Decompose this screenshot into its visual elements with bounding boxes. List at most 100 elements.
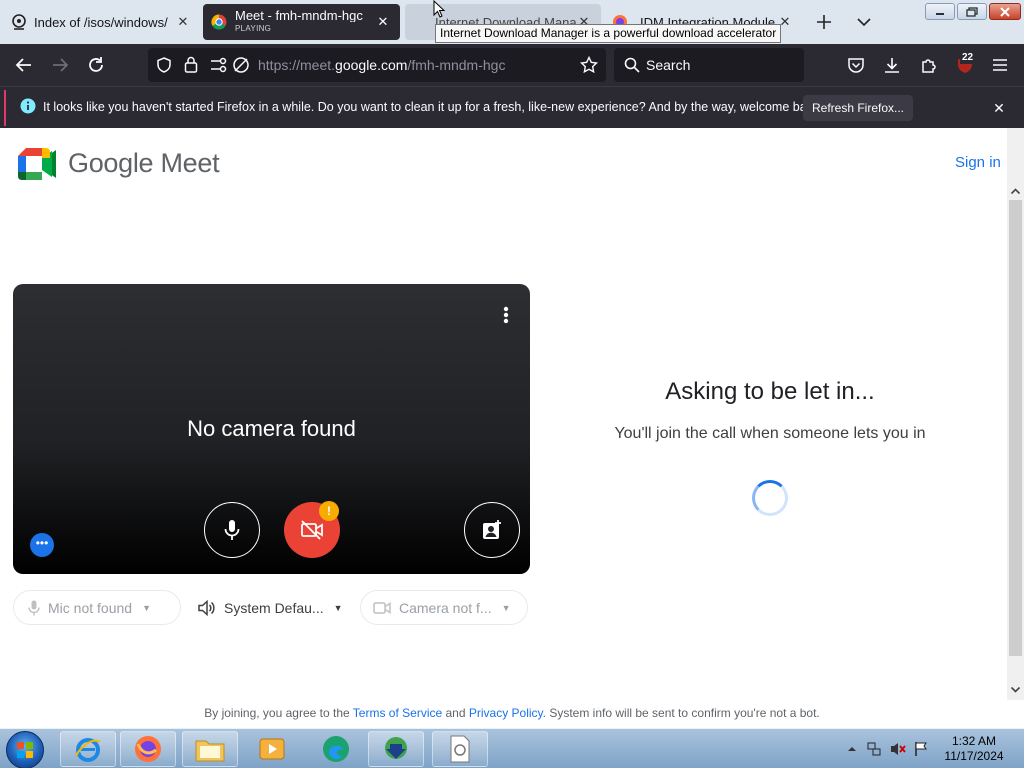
notification-accent [4,90,6,126]
system-clock[interactable]: 1:32 AM 11/17/2024 [940,734,1008,764]
microphone-icon [28,600,40,615]
no-camera-message: No camera found [187,416,356,441]
scroll-up-arrow-icon[interactable] [1010,186,1021,197]
scroll-down-arrow-icon[interactable] [1010,684,1021,695]
brand-google: Google [68,148,154,178]
close-tab-icon[interactable]: ✕ [174,13,192,31]
pocket-button[interactable] [845,54,867,76]
document-icon [450,735,470,763]
refresh-firefox-notification: It looks like you haven't started Firefo… [0,86,1024,128]
chevron-down-icon [857,18,871,27]
taskbar-internet-explorer[interactable] [60,731,116,767]
close-tab-icon[interactable]: ✕ [374,13,392,31]
puzzle-icon [922,59,936,73]
terms-of-service-link[interactable]: Terms of Service [353,706,442,720]
downloads-button[interactable] [881,54,903,76]
loading-spinner [752,480,788,516]
forward-button[interactable] [49,54,71,76]
microphone-select[interactable]: Mic not found ▼ [13,590,181,625]
idm-tooltip: Internet Download Manager is a powerful … [435,24,782,43]
sign-in-link[interactable]: Sign in [955,154,1001,171]
tab-index-isos[interactable]: Index of /isos/windows/ ✕ [4,4,200,40]
show-hidden-icons-icon[interactable] [844,741,860,757]
speaker-select-label: System Defau... [224,599,324,616]
minimize-icon [936,12,944,15]
more-options-icon[interactable] [503,306,509,324]
lock-icon[interactable] [184,56,198,73]
idm-icon [385,737,407,759]
microphone-select-label: Mic not found [48,599,133,616]
restore-button[interactable] [957,3,987,20]
list-all-tabs-button[interactable] [853,11,875,33]
dropdown-caret-icon: ▼ [501,602,511,613]
permissions-icon[interactable] [210,57,228,73]
taskbar-edge[interactable] [308,731,364,767]
bookmark-star-icon[interactable] [580,56,598,74]
minimize-button[interactable] [925,3,955,20]
clock-date: 11/17/2024 [944,749,1004,763]
close-window-button[interactable] [989,3,1021,20]
url-bar[interactable]: https://meet.google.com/fmh-mndm-hgc [148,48,606,82]
back-button[interactable] [13,54,35,76]
page-scrollbar[interactable] [1007,128,1024,700]
url-domain: google.com [335,57,408,73]
clock-time: 1:32 AM [951,734,997,748]
edge-icon [323,736,349,762]
app-menu-button[interactable] [989,54,1011,76]
tab-meet[interactable]: Meet - fmh-mndm-hgc PLAYING ✕ [203,4,400,40]
speaker-select[interactable]: System Defau... ▼ [188,590,350,625]
internet-explorer-icon [75,738,101,762]
volume-muted-icon[interactable] [890,741,906,757]
shield-icon[interactable] [156,57,172,73]
search-bar[interactable]: Search [614,48,804,82]
privacy-policy-link[interactable]: Privacy Policy [469,706,543,720]
network-icon[interactable] [866,741,882,757]
close-icon [1000,6,1010,17]
camera-select-label: Camera not f... [399,599,492,616]
download-icon [885,58,899,73]
extensions-button[interactable] [918,54,940,76]
url-text[interactable]: https://meet.google.com/fmh-mndm-hgc [258,57,505,73]
new-tab-button[interactable] [813,11,835,33]
camera-icon [373,601,391,614]
plus-icon [817,15,831,29]
taskbar-media-player[interactable] [244,731,300,767]
visual-effects-button[interactable] [464,502,520,558]
taskbar-file-explorer[interactable] [182,731,238,767]
tab-title: Index of /isos/windows/ [34,14,168,30]
dropdown-caret-icon: ▼ [333,602,343,613]
hamburger-menu-icon [993,59,1007,71]
footer-and: and [445,706,466,720]
extension-badge-count: 22 [960,52,976,64]
terms-footer: By joining, you agree to the Terms of Se… [0,706,1007,720]
firefox-icon [135,736,161,762]
scroll-thumb[interactable] [1009,200,1022,656]
windows-logo-icon [17,742,33,758]
taskbar-internet-download-manager[interactable] [368,731,424,767]
url-prefix: https://meet. [258,57,336,73]
asking-to-join-heading: Asking to be let in... [665,378,875,405]
camera-select[interactable]: Camera not f... ▼ [360,590,528,625]
more-actions-icon[interactable]: ••• [30,533,54,557]
start-button[interactable] [6,731,44,768]
reload-button[interactable] [85,54,107,76]
windows-taskbar: 1:32 AM 11/17/2024 [0,728,1024,768]
google-meet-logo-icon [18,148,56,180]
brand-meet: Meet [160,148,220,178]
notification-message: It looks like you haven't started Firefo… [43,100,823,114]
camera-warning-badge: ! [319,501,339,521]
refresh-firefox-button[interactable]: Refresh Firefox... [803,95,913,121]
taskbar-firefox[interactable] [120,731,176,767]
footer-suffix: . System info will be sent to confirm yo… [542,706,820,720]
reload-icon [89,57,103,72]
microphone-toggle-button[interactable] [204,502,260,558]
taskbar-document[interactable] [432,731,488,767]
action-center-flag-icon[interactable] [913,741,929,757]
search-placeholder: Search [646,57,691,73]
window-controls [925,3,1021,20]
info-icon [20,98,36,114]
tab-playing-label: PLAYING [235,24,272,33]
footer-prefix: By joining, you agree to the [204,706,350,720]
tracking-blocked-icon[interactable] [232,56,250,74]
close-notification-icon[interactable]: ✕ [990,99,1008,117]
